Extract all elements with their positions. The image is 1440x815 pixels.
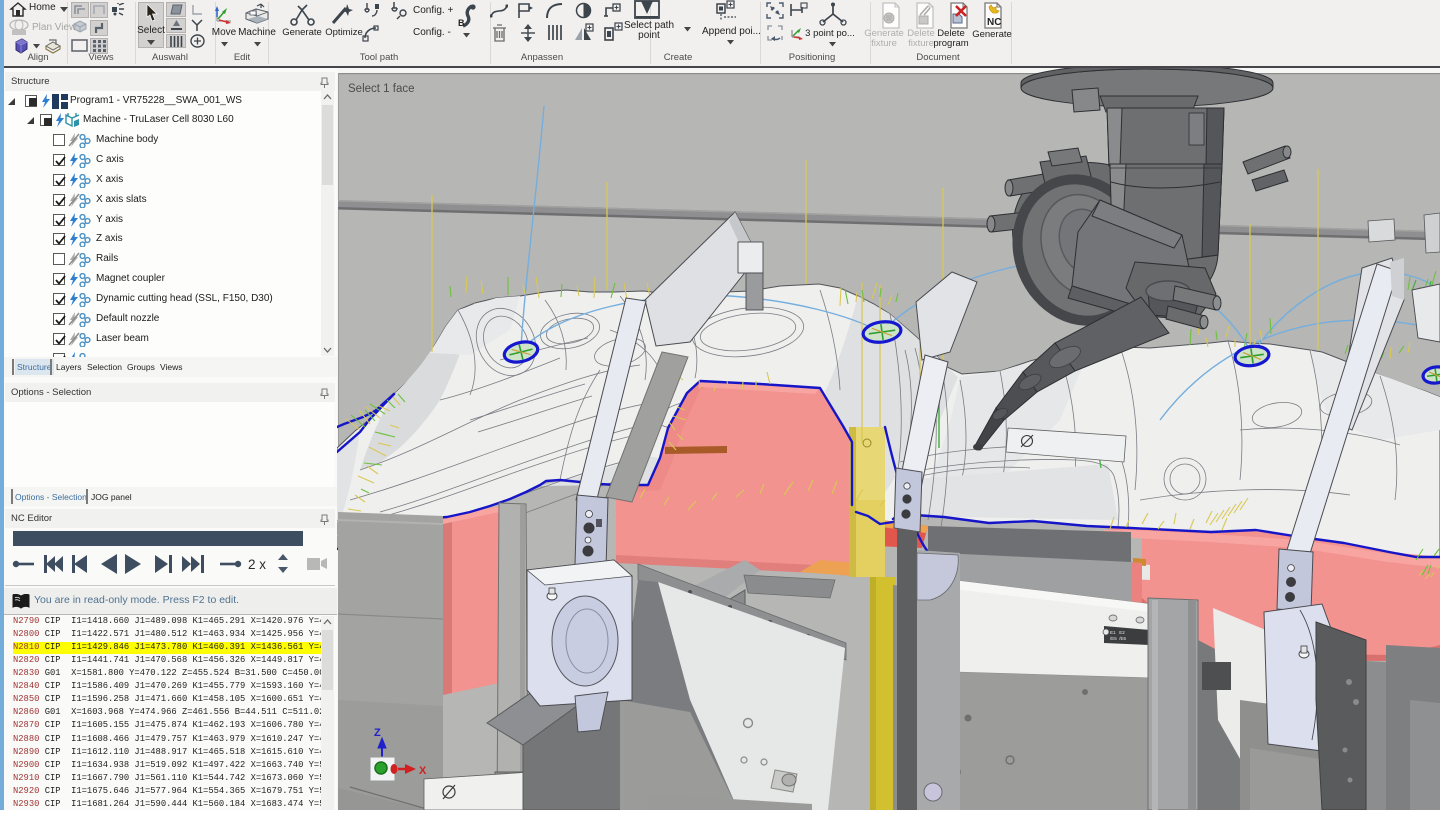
svg-text:Select 1 face: Select 1 face bbox=[348, 83, 414, 95]
svg-text:X: X bbox=[419, 765, 427, 777]
svg-text:NC: NC bbox=[987, 17, 1001, 28]
svg-text:Z: Z bbox=[374, 727, 381, 739]
svg-text:2 x: 2 x bbox=[248, 557, 266, 572]
svg-text:B: B bbox=[458, 18, 465, 28]
svg-text:E1 E2: E1 E2 bbox=[1110, 630, 1125, 635]
svg-text:/E5 /E6: /E5 /E6 bbox=[1110, 636, 1127, 641]
